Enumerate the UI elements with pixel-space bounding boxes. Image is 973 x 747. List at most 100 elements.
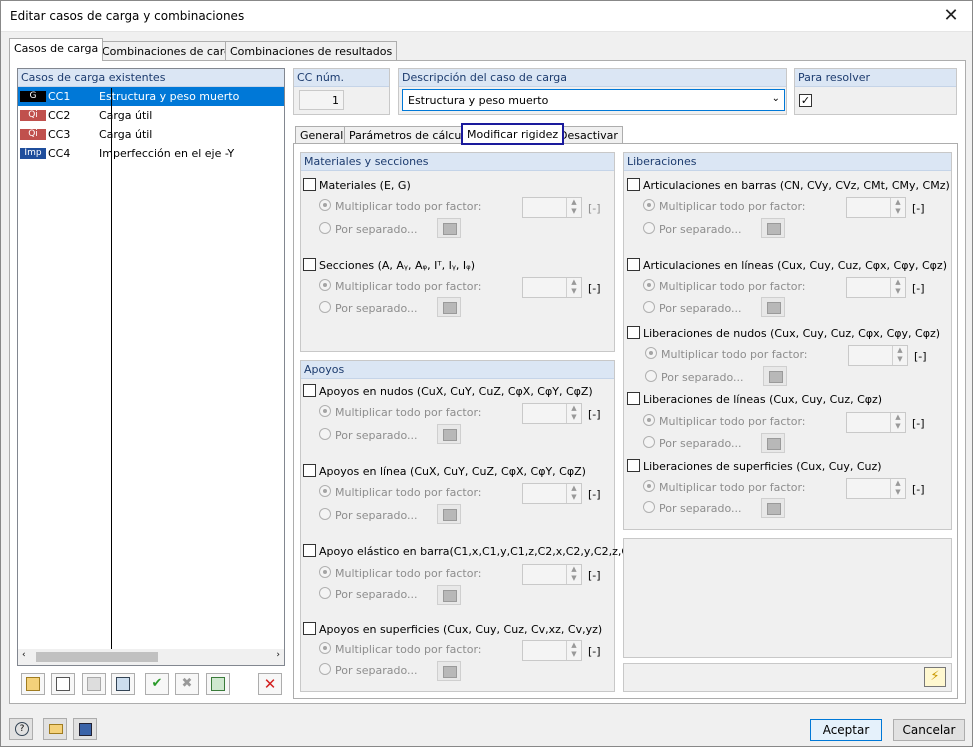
support-factor-spin[interactable]: ▲ ▼ — [522, 640, 582, 661]
release-mult-radio[interactable] — [643, 480, 655, 492]
list-item[interactable]: Imp CC4 Imperfección en el eje -Y — [18, 144, 284, 163]
load-type-badge: Qi — [20, 110, 46, 121]
unit-label: [-] — [588, 408, 601, 421]
scroll-right-icon[interactable]: › — [276, 650, 280, 660]
release-factor-spin[interactable]: ▲ ▼ — [848, 345, 908, 366]
subtab-modificar-rigidez[interactable]: Modificar rigidez — [461, 123, 565, 145]
list-item[interactable]: Qi CC2 Carga útil — [18, 106, 284, 125]
release-edit-button[interactable] — [761, 498, 785, 518]
scroll-left-icon[interactable]: ‹ — [22, 650, 26, 660]
release-factor-spin[interactable]: ▲ ▼ — [846, 412, 906, 433]
release-sep-radio[interactable] — [643, 222, 655, 234]
release-mult-radio[interactable] — [643, 279, 655, 291]
copy-case-button[interactable] — [51, 673, 75, 695]
sep-label: Por separado... — [659, 437, 742, 450]
support-checkbox[interactable] — [303, 464, 316, 477]
subtab-parametros[interactable]: Parámetros de cálculo — [344, 126, 477, 144]
solve-checkbox[interactable]: ✓ — [799, 94, 812, 107]
subtab-desactivar[interactable]: Desactivar — [554, 126, 623, 144]
sections-edit-button[interactable] — [437, 297, 461, 317]
chevron-down-icon[interactable]: ⌄ — [772, 93, 780, 104]
support-factor-spin[interactable]: ▲ ▼ — [522, 483, 582, 504]
lightning-icon[interactable]: ⚡ — [924, 667, 946, 687]
dialog-window: Editar casos de carga y combinaciones ✕ … — [0, 0, 973, 747]
release-mult-radio[interactable] — [643, 414, 655, 426]
sections-sep-radio[interactable] — [319, 301, 331, 313]
materials-factor-spin[interactable]: ▲ ▼ — [522, 197, 582, 218]
case-desc: Estructura y peso muerto — [99, 90, 240, 103]
list-item[interactable]: G CC1 Estructura y peso muerto — [18, 87, 284, 106]
uncheck-all-button[interactable]: ✖ — [175, 673, 199, 695]
release-mult-radio[interactable] — [643, 199, 655, 211]
horizontal-scrollbar[interactable]: ‹ › — [17, 649, 285, 666]
tab-combinaciones-de-resultados[interactable]: Combinaciones de resultados — [225, 41, 398, 60]
release-factor-spin[interactable]: ▲ ▼ — [846, 478, 906, 499]
solve-label: Para resolver — [795, 69, 956, 87]
support-mult-radio[interactable] — [319, 566, 331, 578]
sections-mult-radio[interactable] — [319, 279, 331, 291]
release-edit-button[interactable] — [763, 366, 787, 386]
release-factor-spin[interactable]: ▲ ▼ — [846, 197, 906, 218]
save-button[interactable] — [73, 718, 97, 740]
supports-title: Apoyos — [301, 361, 614, 379]
check-all-button[interactable]: ✔ — [145, 673, 169, 695]
release-edit-button[interactable] — [761, 433, 785, 453]
support-edit-button[interactable] — [437, 585, 461, 605]
description-combobox[interactable]: Estructura y peso muerto ⌄ — [402, 89, 785, 111]
materials-checkbox[interactable] — [303, 178, 316, 191]
support-checkbox[interactable] — [303, 622, 316, 635]
sections-factor-spin[interactable]: ▲ ▼ — [522, 277, 582, 298]
release-checkbox[interactable] — [627, 326, 640, 339]
materials-edit-button[interactable] — [437, 218, 461, 238]
support-factor-spin[interactable]: ▲ ▼ — [522, 564, 582, 585]
materials-sep-radio[interactable] — [319, 222, 331, 234]
release-checkbox[interactable] — [627, 178, 640, 191]
release-checkbox[interactable] — [627, 258, 640, 271]
support-edit-button[interactable] — [437, 661, 461, 681]
tab-casos-de-carga[interactable]: Casos de carga — [9, 38, 104, 61]
support-sep-radio[interactable] — [319, 508, 331, 520]
load-case-list[interactable]: Casos de carga existentes G CC1 Estructu… — [17, 68, 285, 666]
scrollbar-thumb[interactable] — [36, 652, 158, 662]
release-mult-radio[interactable] — [645, 347, 657, 359]
support-mult-radio[interactable] — [319, 642, 331, 654]
release-sep-radio[interactable] — [643, 301, 655, 313]
help-button[interactable]: ? — [9, 718, 33, 740]
materials-mult-radio[interactable] — [319, 199, 331, 211]
support-edit-button[interactable] — [437, 424, 461, 444]
tab-combinaciones-de-carga[interactable]: Combinaciones de carga — [97, 41, 243, 60]
delete-button[interactable]: ✕ — [258, 673, 282, 695]
release-factor-spin[interactable]: ▲ ▼ — [846, 277, 906, 298]
support-checkbox[interactable] — [303, 544, 316, 557]
sections-checkbox[interactable] — [303, 258, 316, 271]
support-checkbox[interactable] — [303, 384, 316, 397]
support-sep-radio[interactable] — [319, 587, 331, 599]
release-edit-button[interactable] — [761, 218, 785, 238]
support-factor-spin[interactable]: ▲ ▼ — [522, 403, 582, 424]
release-checkbox[interactable] — [627, 459, 640, 472]
release-sep-radio[interactable] — [643, 501, 655, 513]
support-edit-button[interactable] — [437, 504, 461, 524]
sections-label: Secciones (A, Aᵧ, Aᵩ, Iᵀ, Iᵧ, Iᵩ) — [319, 259, 476, 272]
list-item[interactable]: Qi CC3 Carga útil — [18, 125, 284, 144]
open-button[interactable] — [43, 718, 67, 740]
support-sep-radio[interactable] — [319, 663, 331, 675]
cc-number-field[interactable]: 1 — [299, 90, 344, 110]
assign-button[interactable] — [111, 673, 135, 695]
cancel-button[interactable]: Cancelar — [893, 719, 965, 741]
sort-button[interactable] — [206, 673, 230, 695]
close-icon[interactable]: ✕ — [936, 4, 966, 28]
new-case-button[interactable] — [21, 673, 45, 695]
release-sep-radio[interactable] — [643, 436, 655, 448]
release-checkbox[interactable] — [627, 392, 640, 405]
load-type-badge: G — [20, 91, 46, 102]
release-edit-button[interactable] — [761, 297, 785, 317]
support-mult-radio[interactable] — [319, 405, 331, 417]
renumber-button[interactable] — [82, 673, 106, 695]
support-sep-radio[interactable] — [319, 428, 331, 440]
accept-button[interactable]: Aceptar — [810, 719, 882, 741]
support-mult-radio[interactable] — [319, 485, 331, 497]
subtab-general[interactable]: General — [295, 126, 349, 144]
mult-label: Multiplicar todo por factor: — [335, 486, 482, 499]
release-sep-radio[interactable] — [645, 370, 657, 382]
